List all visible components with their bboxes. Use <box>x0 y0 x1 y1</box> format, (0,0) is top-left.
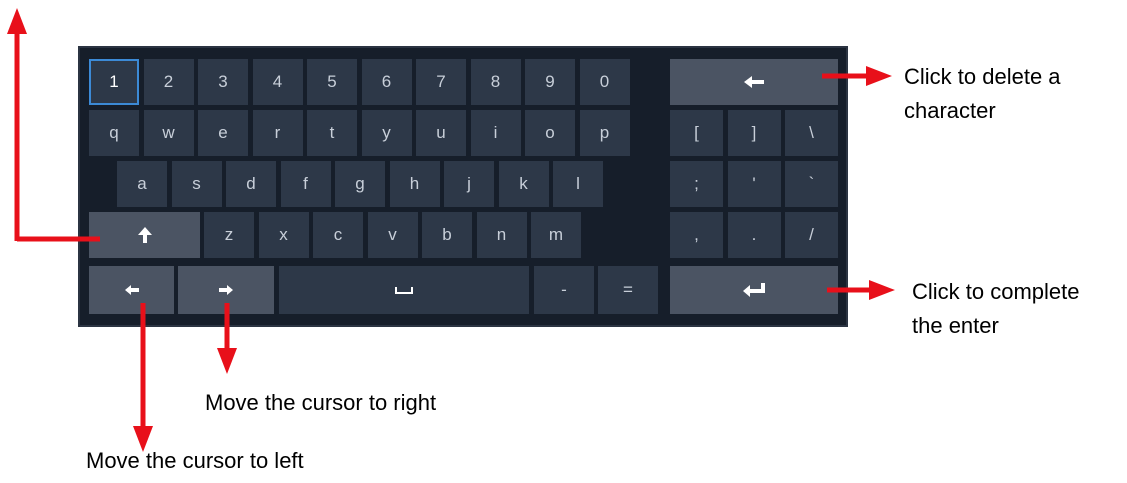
enter-annotation-line: Click to complete <box>912 279 1080 304</box>
delete-annotation-line: character <box>904 98 996 123</box>
enter-annotation: Click to complete the enter <box>912 275 1080 343</box>
delete-annotation: Click to delete a character <box>904 60 1061 128</box>
delete-annotation-line: Click to delete a <box>904 64 1061 89</box>
shift-arrow-head <box>7 8 27 34</box>
cursor-right-annotation: Move the cursor to right <box>205 390 437 415</box>
right-arrow-head <box>217 348 237 374</box>
delete-arrow-head <box>866 66 892 86</box>
enter-arrow-head <box>869 280 895 300</box>
cursor-left-annotation: Move the cursor to left <box>86 448 304 473</box>
enter-annotation-line: the enter <box>912 313 999 338</box>
